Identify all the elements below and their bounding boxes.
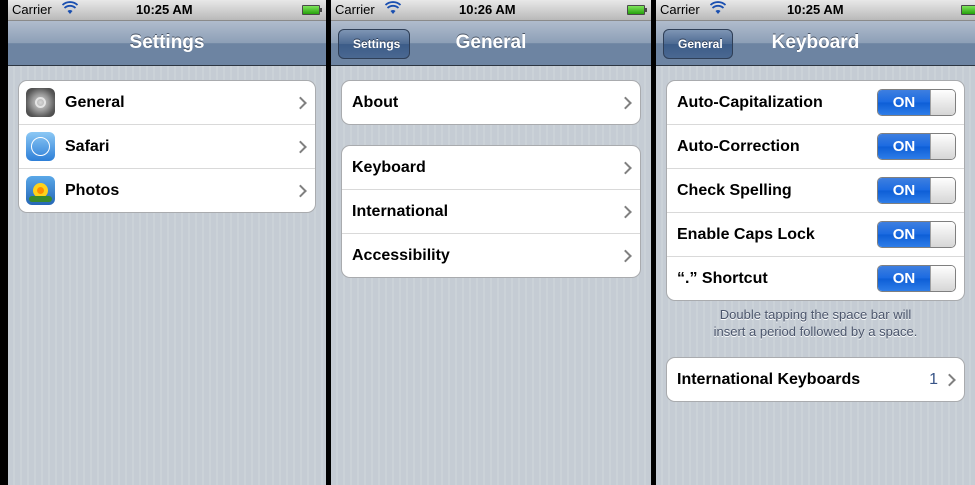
chevron-right-icon xyxy=(943,373,956,386)
toggle-row-check-spelling: Check Spelling ON xyxy=(667,169,964,213)
chevron-right-icon xyxy=(619,96,632,109)
item-label: General xyxy=(65,93,125,111)
item-label: Accessibility xyxy=(352,246,450,264)
switch-knob xyxy=(930,134,955,159)
toggle-label: Auto-Correction xyxy=(677,137,800,155)
wifi-icon xyxy=(710,1,726,14)
status-time: 10:25 AM xyxy=(136,2,193,17)
switch-on-label: ON xyxy=(878,134,930,159)
keyboard-count: 1 xyxy=(929,370,938,388)
nav-title: Settings xyxy=(129,32,205,53)
item-label: Photos xyxy=(65,181,120,199)
auto-correction-switch[interactable]: ON xyxy=(877,133,956,160)
toggle-label: Check Spelling xyxy=(677,181,792,199)
wifi-icon xyxy=(62,1,78,14)
back-button-label: General xyxy=(678,37,723,51)
chevron-right-icon xyxy=(619,205,632,218)
caps-lock-switch[interactable]: ON xyxy=(877,221,956,248)
item-label: International Keyboards xyxy=(677,370,861,388)
battery-icon xyxy=(302,5,322,15)
nav-bar: Settings xyxy=(8,21,326,66)
switch-on-label: ON xyxy=(878,90,930,115)
nav-bar: General Settings xyxy=(331,21,651,66)
item-label: International xyxy=(352,202,449,220)
item-label: About xyxy=(352,93,399,111)
nav-bar: Keyboard General xyxy=(656,21,975,66)
toggle-row-auto-capitalization: Auto-Capitalization ON xyxy=(667,81,964,125)
item-label: Safari xyxy=(65,137,110,155)
carrier-label: Carrier xyxy=(12,2,52,17)
general-item-accessibility[interactable]: Accessibility xyxy=(342,234,640,277)
input-group: Keyboard International Accessibility xyxy=(341,145,641,278)
gear-icon xyxy=(26,88,55,117)
toggle-row-auto-correction: Auto-Correction ON xyxy=(667,125,964,169)
carrier-label: Carrier xyxy=(335,2,375,17)
back-button-label: Settings xyxy=(353,37,401,51)
footer-line: Double tapping the space bar will xyxy=(719,307,912,322)
keyboard-screen: Carrier 10:25 AM Keyboard General Auto-C… xyxy=(656,0,975,485)
status-time: 10:26 AM xyxy=(459,2,516,17)
switch-knob xyxy=(930,266,955,291)
status-bar: Carrier 10:25 AM xyxy=(8,0,326,21)
keyboard-toggles: Auto-Capitalization ON Auto-Correction O… xyxy=(666,80,965,301)
back-button[interactable]: General xyxy=(663,29,733,59)
carrier-label: Carrier xyxy=(660,2,700,17)
settings-item-general[interactable]: General xyxy=(19,81,315,125)
toggle-row-enable-caps-lock: Enable Caps Lock ON xyxy=(667,213,964,257)
general-screen: Carrier 10:26 AM General Settings About … xyxy=(331,0,651,485)
intl-keyboards-group: International Keyboards 1 xyxy=(666,357,965,402)
chevron-right-icon xyxy=(294,96,307,109)
settings-list: General Safari Photos xyxy=(18,80,316,213)
settings-item-safari[interactable]: Safari xyxy=(19,125,315,169)
period-shortcut-switch[interactable]: ON xyxy=(877,265,956,292)
general-item-international[interactable]: International xyxy=(342,190,640,234)
switch-knob xyxy=(930,90,955,115)
switch-on-label: ON xyxy=(878,178,930,203)
status-bar: Carrier 10:26 AM xyxy=(331,0,651,21)
footer-line: insert a period followed by a space. xyxy=(713,324,918,339)
sunflower-icon xyxy=(26,176,55,205)
switch-knob xyxy=(930,178,955,203)
auto-capitalization-switch[interactable]: ON xyxy=(877,89,956,116)
toggle-row-period-shortcut: “.” Shortcut ON xyxy=(667,257,964,300)
status-time: 10:25 AM xyxy=(787,2,844,17)
toggle-label: Auto-Capitalization xyxy=(677,93,823,111)
international-keyboards-item[interactable]: International Keyboards 1 xyxy=(667,358,964,401)
switch-on-label: ON xyxy=(878,222,930,247)
chevron-right-icon xyxy=(619,249,632,262)
general-item-keyboard[interactable]: Keyboard xyxy=(342,146,640,190)
battery-icon xyxy=(961,5,975,15)
settings-item-photos[interactable]: Photos xyxy=(19,169,315,212)
chevron-right-icon xyxy=(294,140,307,153)
chevron-right-icon xyxy=(294,184,307,197)
chevron-right-icon xyxy=(619,161,632,174)
general-item-about[interactable]: About xyxy=(342,81,640,124)
item-label: Keyboard xyxy=(352,158,426,176)
back-button[interactable]: Settings xyxy=(338,29,411,59)
wifi-icon xyxy=(385,1,401,14)
period-shortcut-footer: Double tapping the space bar will insert… xyxy=(676,306,955,340)
compass-icon xyxy=(26,132,55,161)
status-bar: Carrier 10:25 AM xyxy=(656,0,975,21)
settings-screen: Carrier 10:25 AM Settings General Safari… xyxy=(8,0,326,485)
switch-knob xyxy=(930,222,955,247)
check-spelling-switch[interactable]: ON xyxy=(877,177,956,204)
toggle-label: “.” Shortcut xyxy=(677,269,768,287)
switch-on-label: ON xyxy=(878,266,930,291)
about-group: About xyxy=(341,80,641,125)
toggle-label: Enable Caps Lock xyxy=(677,225,815,243)
battery-icon xyxy=(627,5,647,15)
